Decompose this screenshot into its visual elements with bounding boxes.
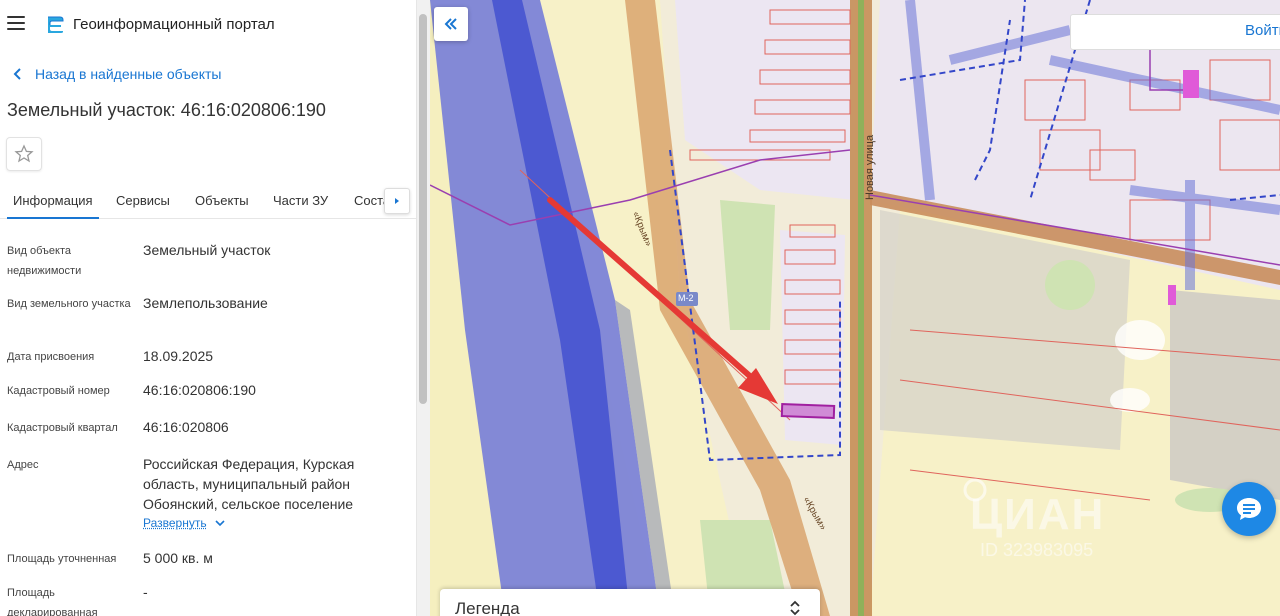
assign-date-label: Дата присвоения: [7, 351, 95, 363]
chevron-left-icon: [13, 68, 21, 80]
address-value: Российская Федерация, Курская область, м…: [143, 456, 355, 512]
street-label-novaya: Новая улица: [864, 134, 876, 200]
menu-icon[interactable]: [7, 16, 25, 30]
expand-address-link[interactable]: Развернуть: [143, 516, 226, 530]
app-title: Геоинформационный портал: [73, 16, 275, 33]
parcel-type-label: Вид земельного участка: [7, 298, 131, 310]
collapse-panel-button[interactable]: [434, 7, 468, 41]
highway-label: М-2: [678, 293, 694, 303]
assign-date-value: 18.09.2025: [143, 348, 214, 364]
expand-collapse-icon: [790, 600, 800, 616]
favorite-button[interactable]: [6, 137, 42, 171]
parcel-type-value: Землепользование: [143, 295, 268, 311]
panel-scrollbar-thumb[interactable]: [419, 14, 427, 404]
star-icon: [14, 144, 34, 163]
chat-button[interactable]: [1222, 482, 1276, 536]
tab-objects[interactable]: Объекты: [195, 182, 249, 219]
area-declared-value: -: [143, 584, 148, 600]
address-label: Адрес: [7, 459, 39, 471]
object-type-value: Земельный участок: [143, 242, 271, 258]
chevron-right-icon: [395, 198, 399, 204]
tabs-scroll-right-button[interactable]: [384, 188, 410, 214]
cadastral-block-value: 46:16:020806: [143, 419, 229, 435]
watermark-text: ЦИАН: [970, 490, 1106, 539]
tab-bar: Информация Сервисы Объекты Части ЗУ Сост…: [0, 182, 416, 219]
back-link-label: Назад в найденные объекты: [35, 66, 222, 82]
page-title: Земельный участок: 46:16:020806:190: [7, 100, 326, 120]
chat-icon: [1237, 498, 1261, 520]
login-button[interactable]: Войти: [1245, 22, 1280, 39]
watermark-code: ID 323983095: [980, 540, 1094, 560]
area-declared-label: Площадь декларированная: [7, 587, 98, 616]
side-panel: Геоинформационный портал Назад в найденн…: [0, 0, 416, 616]
expand-label: Развернуть: [143, 516, 207, 530]
tab-parts[interactable]: Части ЗУ: [273, 182, 328, 219]
object-type-label: Вид объекта недвижимости: [7, 245, 82, 277]
top-bar: Геоинформационный портал: [0, 0, 416, 48]
double-chevron-left-icon: [444, 18, 457, 30]
cadastral-number-value: 46:16:020806:190: [143, 382, 256, 398]
legend-toggle[interactable]: Легенда: [440, 589, 820, 616]
legend-title: Легенда: [455, 599, 520, 616]
tab-services[interactable]: Сервисы: [116, 182, 170, 219]
portal-logo-icon: [48, 16, 64, 33]
back-to-results-link[interactable]: Назад в найденные объекты: [10, 66, 221, 82]
cadastral-block-label: Кадастровый квартал: [7, 422, 118, 434]
area-specified-label: Площадь уточненная: [7, 553, 117, 565]
cadastral-number-label: Кадастровый номер: [7, 385, 110, 397]
area-specified-value: 5 000 кв. м: [143, 550, 213, 566]
chevron-down-icon: [215, 520, 225, 527]
tab-info[interactable]: Информация: [7, 182, 99, 219]
watermark: ЦИАН ID 323983095: [940, 470, 1160, 570]
